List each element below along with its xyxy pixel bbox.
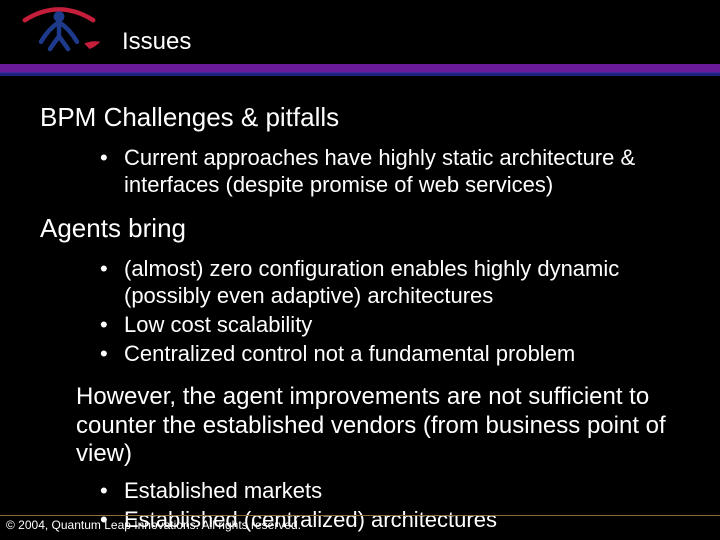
list-item: Current approaches have highly static ar… (100, 145, 700, 199)
section-heading-bpm: BPM Challenges & pitfalls (40, 102, 700, 133)
slide-title: Issues (122, 28, 191, 56)
bullet-list-bpm: Current approaches have highly static ar… (40, 145, 700, 199)
list-item: Established markets (100, 478, 700, 505)
copyright-text: © 2004, Quantum Leap Innovations. All ri… (6, 518, 301, 532)
section-heading-agents: Agents bring (40, 213, 700, 244)
list-item: (almost) zero configuration enables high… (100, 256, 700, 310)
bullet-list-agents: (almost) zero configuration enables high… (40, 256, 700, 367)
slide-body: BPM Challenges & pitfalls Current approa… (0, 80, 720, 534)
footer-divider (0, 515, 720, 516)
header-divider (0, 64, 720, 80)
company-logo-icon (14, 4, 104, 58)
paragraph-however: However, the agent improvements are not … (40, 383, 700, 468)
slide-header: Issues (0, 0, 720, 64)
list-item: Low cost scalability (100, 312, 700, 339)
list-item: Centralized control not a fundamental pr… (100, 341, 700, 368)
